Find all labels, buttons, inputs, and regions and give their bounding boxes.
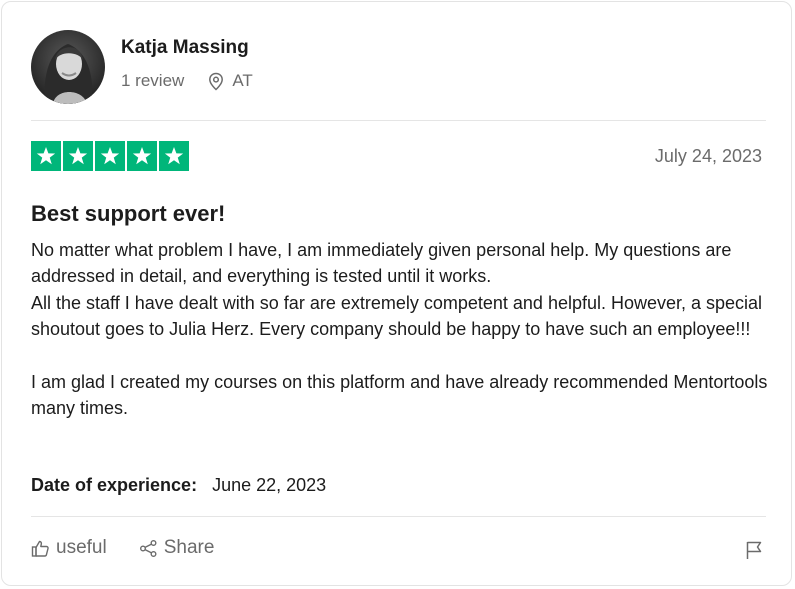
review-paragraph: I am glad I created my courses on this p…: [31, 372, 768, 419]
review-paragraph: No matter what problem I have, I am imme…: [31, 240, 763, 340]
useful-label: useful: [56, 537, 107, 558]
review-title: Best support ever!: [31, 201, 226, 226]
star-rating: [31, 141, 189, 171]
experience-label: Date of experience:: [31, 475, 198, 495]
flag-icon: [746, 541, 762, 559]
country-code: AT: [232, 71, 253, 90]
location-pin-icon: [209, 72, 224, 91]
reviewer-name[interactable]: Katja Massing: [121, 37, 253, 59]
date-of-experience: Date of experience: June 22, 2023: [31, 475, 326, 496]
review-date: July 24, 2023: [654, 146, 762, 166]
reviewer-location: AT: [208, 71, 253, 91]
star-icon: [159, 141, 189, 171]
star-icon: [31, 141, 61, 171]
star-icon: [63, 141, 93, 171]
reviewer-meta: Katja Massing 1 review AT: [121, 37, 253, 91]
report-flag-button[interactable]: [745, 540, 763, 565]
avatar[interactable]: [31, 30, 105, 104]
review-count: 1 review: [121, 71, 185, 90]
share-icon: [139, 539, 157, 557]
review-card: Katja Massing 1 review AT July 24, 2023 …: [1, 1, 792, 586]
useful-button[interactable]: useful: [31, 537, 107, 559]
review-body: No matter what problem I have, I am imme…: [31, 237, 771, 422]
experience-date: June 22, 2023: [212, 475, 327, 495]
share-button[interactable]: Share: [139, 537, 215, 559]
reviewer-stats: 1 review AT: [121, 71, 253, 91]
star-icon: [95, 141, 125, 171]
divider: [31, 516, 766, 517]
star-icon: [127, 141, 157, 171]
thumbs-up-icon: [31, 540, 49, 557]
divider: [31, 120, 766, 121]
share-label: Share: [163, 537, 215, 558]
reviewer-header: Katja Massing 1 review AT: [31, 30, 253, 104]
review-actions: useful Share: [31, 537, 214, 559]
